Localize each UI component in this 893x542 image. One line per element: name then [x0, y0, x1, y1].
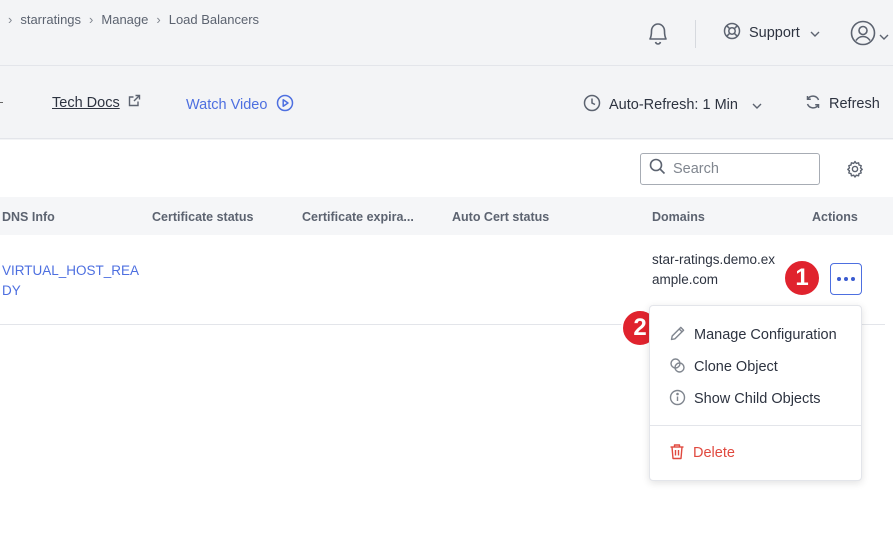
auto-refresh-label: Auto-Refresh: 1 Min [609, 97, 738, 113]
menu-item-label: Delete [693, 445, 735, 461]
search-icon [649, 158, 666, 180]
column-header-auto-cert-status[interactable]: Auto Cert status [452, 210, 549, 224]
column-header-certificate-status[interactable]: Certificate status [152, 210, 253, 224]
gear-icon[interactable] [846, 160, 864, 183]
chevron-right-icon: › [8, 12, 13, 27]
user-menu[interactable] [850, 20, 889, 51]
chevron-right-icon: › [156, 12, 161, 27]
column-header-certificate-expiration[interactable]: Certificate expira... [302, 210, 414, 224]
clone-icon [669, 357, 686, 378]
breadcrumb-item-namespace[interactable]: starratings [20, 12, 81, 27]
domain-value: star-ratings.demo.example.com [652, 252, 776, 287]
truncated-divider [0, 102, 3, 103]
breadcrumb-item-manage[interactable]: Manage [101, 12, 148, 27]
breadcrumb-item-load-balancers[interactable]: Load Balancers [169, 12, 259, 27]
user-avatar-icon [850, 20, 876, 51]
menu-item-show-child-objects[interactable]: Show Child Objects [650, 383, 861, 415]
page-toolbar: Tech Docs Watch Video Auto-Refresh: 1 Mi… [0, 67, 893, 139]
row-actions-button[interactable] [830, 263, 862, 295]
breadcrumb: › starratings › Manage › Load Balancers [8, 12, 259, 27]
table-header: DNS Info Certificate status Certificate … [0, 197, 893, 235]
refresh-label: Refresh [829, 96, 880, 112]
chevron-right-icon: › [89, 12, 94, 27]
lifebuoy-icon [723, 22, 741, 44]
support-label: Support [749, 25, 800, 41]
menu-item-clone-object[interactable]: Clone Object [650, 351, 861, 383]
top-bar: › starratings › Manage › Load Balancers … [0, 0, 893, 66]
bell-icon[interactable] [645, 20, 671, 48]
menu-divider [650, 425, 861, 426]
tech-docs-link[interactable]: Tech Docs [52, 94, 141, 111]
search-input[interactable] [673, 161, 813, 177]
divider [695, 20, 696, 48]
menu-item-manage-configuration[interactable]: Manage Configuration [650, 319, 861, 351]
clock-icon [583, 94, 601, 116]
menu-item-label: Show Child Objects [694, 391, 821, 407]
info-icon [669, 389, 686, 410]
column-header-dns-info[interactable]: DNS Info [2, 210, 55, 224]
auto-refresh-select[interactable]: Auto-Refresh: 1 Min [583, 94, 762, 116]
pencil-icon [669, 325, 686, 346]
trash-icon [669, 443, 685, 464]
external-link-icon [120, 94, 141, 111]
annotation-badge-1: 1 [783, 259, 821, 297]
column-header-domains[interactable]: Domains [652, 210, 705, 224]
support-menu[interactable]: Support [723, 22, 820, 44]
refresh-button[interactable]: Refresh [805, 94, 880, 114]
menu-item-label: Clone Object [694, 359, 778, 375]
watch-video-label: Watch Video [186, 97, 268, 113]
search-box[interactable] [640, 153, 820, 185]
chevron-down-icon [810, 25, 820, 41]
dot [844, 277, 848, 281]
tech-docs-label: Tech Docs [52, 94, 120, 111]
menu-item-label: Manage Configuration [694, 327, 837, 343]
row-actions-menu: Manage Configuration Clone Object Show C… [649, 305, 862, 481]
dns-info-link[interactable]: VIRTUAL_HOST_READY [2, 261, 142, 301]
column-header-actions: Actions [812, 210, 858, 224]
watch-video-link[interactable]: Watch Video [186, 94, 294, 116]
dot [837, 277, 841, 281]
dot [851, 277, 855, 281]
menu-item-delete[interactable]: Delete [650, 437, 861, 469]
chevron-down-icon [879, 27, 889, 45]
chevron-down-icon [752, 97, 762, 113]
play-circle-icon [267, 94, 294, 116]
refresh-icon [805, 94, 821, 114]
